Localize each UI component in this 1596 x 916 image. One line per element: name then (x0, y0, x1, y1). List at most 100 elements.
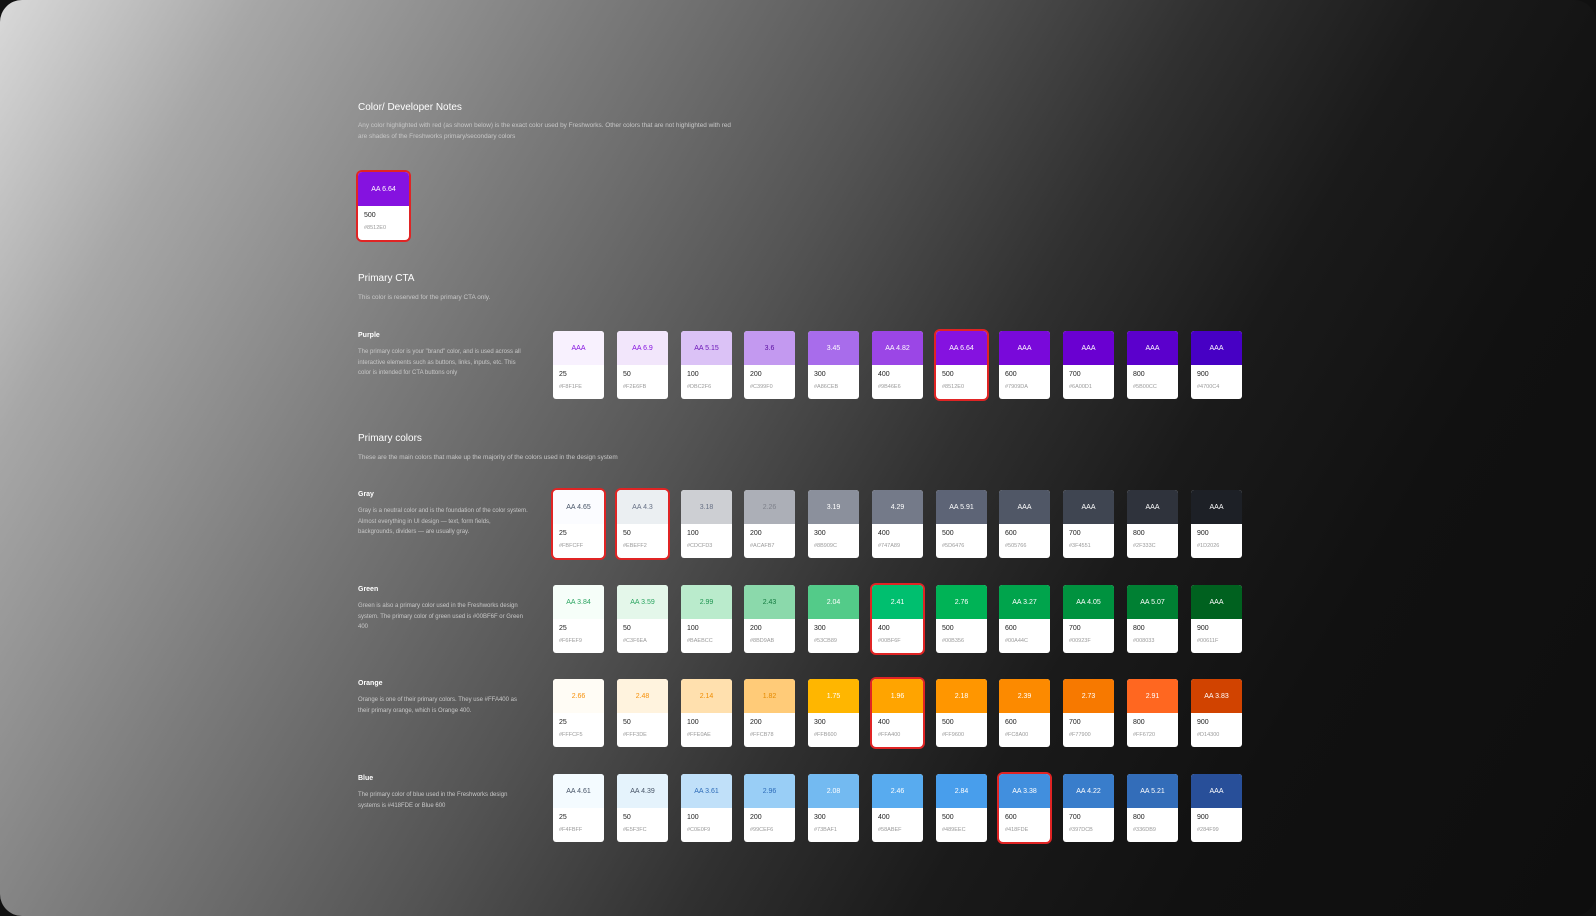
hex-code: #505766 (1005, 543, 1027, 549)
swatch-gray-400[interactable]: 4.29 400 #747A89 (872, 490, 923, 558)
swatch-green-500[interactable]: 2.76 500 #00B356 (936, 585, 987, 653)
swatch-green-400[interactable]: 2.41 400 #00BF6F (872, 585, 923, 653)
contrast-rating: AA 3.83 (1191, 679, 1242, 713)
swatch-green-100[interactable]: 2.99 100 #BAEBCC (681, 585, 732, 653)
palette-label-gray: Gray (358, 491, 374, 498)
swatch-green-200[interactable]: 2.43 200 #8BD9AB (744, 585, 795, 653)
swatch-purple-300[interactable]: 3.45 300 #A86CEB (808, 331, 859, 399)
palette-label-purple: Purple (358, 332, 380, 339)
swatch-gray-100[interactable]: 3.18 100 #CDCFD3 (681, 490, 732, 558)
swatch-green-600[interactable]: AA 3.27 600 #00A44C (999, 585, 1050, 653)
shade-number: 400 (878, 719, 890, 726)
shade-number: 50 (623, 371, 631, 378)
hex-code: #FFB600 (814, 732, 837, 738)
hex-code: #00923F (1069, 638, 1091, 644)
hex-code: #FFE0AE (687, 732, 711, 738)
contrast-rating: 2.96 (744, 774, 795, 808)
swatch-gray-800[interactable]: AAA 800 #2F333C (1127, 490, 1178, 558)
swatch-blue-600[interactable]: AA 3.38 600 #418FDE (999, 774, 1050, 842)
swatch-blue-25[interactable]: AA 4.61 25 #F4FBFF (553, 774, 604, 842)
shade-number: 100 (687, 625, 699, 632)
swatch-blue-500[interactable]: 2.84 500 #489EEC (936, 774, 987, 842)
swatch-gray-300[interactable]: 3.19 300 #8B909C (808, 490, 859, 558)
palette-label-green: Green (358, 586, 379, 593)
swatch-gray-50[interactable]: AA 4.3 50 #EBEFF2 (617, 490, 668, 558)
swatch-purple-100[interactable]: AA 5.15 100 #DBC2F6 (681, 331, 732, 399)
swatch-purple-500[interactable]: AA 6.64 500 #8512E0 (936, 331, 987, 399)
swatch-blue-800[interactable]: AA 5.21 800 #336DB9 (1127, 774, 1178, 842)
shade-number: 50 (623, 719, 631, 726)
swatch-blue-50[interactable]: AA 4.39 50 #E5F3FC (617, 774, 668, 842)
swatch-orange-25[interactable]: 2.66 25 #FFFCF5 (553, 679, 604, 747)
swatch-purple-50[interactable]: AA 6.9 50 #F2E6FB (617, 331, 668, 399)
shade-number: 500 (942, 625, 954, 632)
shade-number: 400 (878, 814, 890, 821)
contrast-rating: AAA (1191, 585, 1242, 619)
primary-cta-description: This color is reserved for the primary C… (358, 294, 491, 301)
shade-number: 400 (878, 371, 890, 378)
notes-description: Any color highlighted with red (as shown… (358, 122, 731, 140)
swatch-purple-400[interactable]: AA 4.82 400 #9B46E6 (872, 331, 923, 399)
hex-code: #8512E0 (942, 384, 965, 390)
shade-number: 900 (1197, 719, 1209, 726)
swatch-orange-200[interactable]: 1.82 200 #FFCB78 (744, 679, 795, 747)
swatch-green-25[interactable]: AA 3.84 25 #F6FEF9 (553, 585, 604, 653)
shade-number: 25 (559, 719, 567, 726)
shade-number: 600 (1005, 371, 1017, 378)
swatch-green-700[interactable]: AA 4.05 700 #00923F (1063, 585, 1114, 653)
shade-number: 700 (1069, 625, 1081, 632)
swatch-purple-600[interactable]: AAA 600 #7909DA (999, 331, 1050, 399)
swatch-orange-400[interactable]: 1.96 400 #FFA400 (872, 679, 923, 747)
hex-code: #2F333C (1133, 543, 1156, 549)
swatch-gray-700[interactable]: AAA 700 #3F4551 (1063, 490, 1114, 558)
primary-cta-title: Primary CTA (358, 273, 415, 284)
swatch-blue-700[interactable]: AA 4.22 700 #397DCB (1063, 774, 1114, 842)
contrast-rating: 2.43 (744, 585, 795, 619)
swatch-green-50[interactable]: AA 3.59 50 #C3F6EA (617, 585, 668, 653)
shade-number: 300 (814, 530, 826, 537)
shade-number: 200 (750, 814, 762, 821)
palette-label-blue: Blue (358, 775, 374, 782)
swatch-gray-500[interactable]: AA 5.91 500 #5D6476 (936, 490, 987, 558)
hex-code: #747A89 (878, 543, 901, 549)
swatch-blue-400[interactable]: 2.46 400 #58ABEF (872, 774, 923, 842)
swatch-gray-200[interactable]: 2.26 200 #ACAFB7 (744, 490, 795, 558)
swatch-orange-700[interactable]: 2.73 700 #F77900 (1063, 679, 1114, 747)
shade-number: 300 (814, 814, 826, 821)
swatch-orange-600[interactable]: 2.39 600 #FC8A00 (999, 679, 1050, 747)
sample-swatch-purple-500[interactable]: AA 6.64 500 #8512E0 (358, 172, 409, 240)
hex-code: #397DCB (1069, 827, 1093, 833)
shade-number: 25 (559, 530, 567, 537)
swatch-orange-900[interactable]: AA 3.83 900 #D14300 (1191, 679, 1242, 747)
swatch-gray-600[interactable]: AAA 600 #505766 (999, 490, 1050, 558)
swatch-purple-25[interactable]: AAA 25 #F8F1FE (553, 331, 604, 399)
swatch-gray-900[interactable]: AAA 900 #1D2026 (1191, 490, 1242, 558)
shade-number: 100 (687, 530, 699, 537)
hex-code: #489EEC (942, 827, 966, 833)
contrast-rating: 2.76 (936, 585, 987, 619)
swatch-blue-200[interactable]: 2.96 200 #99CEF6 (744, 774, 795, 842)
swatch-orange-500[interactable]: 2.18 500 #FF9600 (936, 679, 987, 747)
swatch-orange-50[interactable]: 2.48 50 #FFF3DE (617, 679, 668, 747)
contrast-rating: 2.04 (808, 585, 859, 619)
contrast-rating: 2.48 (617, 679, 668, 713)
swatch-purple-200[interactable]: 3.6 200 #C399F0 (744, 331, 795, 399)
swatch-gray-25[interactable]: AA 4.65 25 #FBFCFF (553, 490, 604, 558)
swatch-blue-100[interactable]: AA 3.61 100 #C0E0F9 (681, 774, 732, 842)
swatch-blue-300[interactable]: 2.08 300 #73BAF1 (808, 774, 859, 842)
swatch-orange-300[interactable]: 1.75 300 #FFB600 (808, 679, 859, 747)
swatch-purple-900[interactable]: AAA 900 #4700C4 (1191, 331, 1242, 399)
swatch-green-300[interactable]: 2.04 300 #53CB89 (808, 585, 859, 653)
contrast-rating: AA 4.05 (1063, 585, 1114, 619)
hex-code: #73BAF1 (814, 827, 837, 833)
swatch-orange-100[interactable]: 2.14 100 #FFE0AE (681, 679, 732, 747)
contrast-rating: AAA (1127, 331, 1178, 365)
swatch-purple-700[interactable]: AAA 700 #6A00D1 (1063, 331, 1114, 399)
swatch-green-800[interactable]: AA 5.07 800 #008033 (1127, 585, 1178, 653)
swatch-blue-900[interactable]: AAA 900 #284F99 (1191, 774, 1242, 842)
swatch-purple-800[interactable]: AAA 800 #5B00CC (1127, 331, 1178, 399)
swatch-orange-800[interactable]: 2.91 800 #FF6720 (1127, 679, 1178, 747)
contrast-rating: 2.39 (999, 679, 1050, 713)
shade-number: 25 (559, 371, 567, 378)
swatch-green-900[interactable]: AAA 900 #00611F (1191, 585, 1242, 653)
